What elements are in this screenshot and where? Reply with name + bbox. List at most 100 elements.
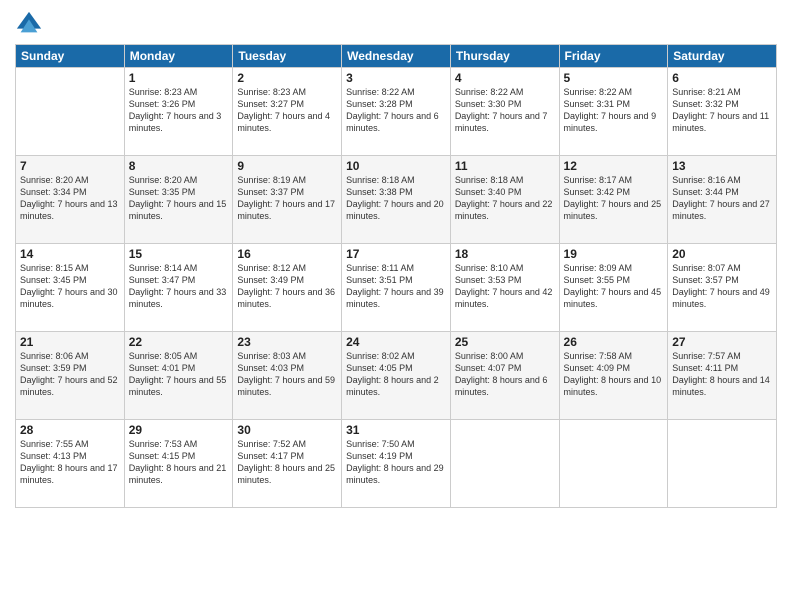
calendar-day-cell: 16Sunrise: 8:12 AMSunset: 3:49 PMDayligh… <box>233 244 342 332</box>
calendar-day-cell: 24Sunrise: 8:02 AMSunset: 4:05 PMDayligh… <box>342 332 451 420</box>
day-number: 5 <box>564 71 664 85</box>
calendar-week-row: 14Sunrise: 8:15 AMSunset: 3:45 PMDayligh… <box>16 244 777 332</box>
day-info: Sunrise: 8:16 AMSunset: 3:44 PMDaylight:… <box>672 174 772 223</box>
day-number: 12 <box>564 159 664 173</box>
day-number: 24 <box>346 335 446 349</box>
page: SundayMondayTuesdayWednesdayThursdayFrid… <box>0 0 792 612</box>
calendar-day-cell: 5Sunrise: 8:22 AMSunset: 3:31 PMDaylight… <box>559 68 668 156</box>
day-number: 16 <box>237 247 337 261</box>
day-number: 30 <box>237 423 337 437</box>
day-number: 18 <box>455 247 555 261</box>
day-number: 20 <box>672 247 772 261</box>
weekday-header: Monday <box>124 45 233 68</box>
calendar-day-cell: 15Sunrise: 8:14 AMSunset: 3:47 PMDayligh… <box>124 244 233 332</box>
day-info: Sunrise: 7:55 AMSunset: 4:13 PMDaylight:… <box>20 438 120 487</box>
day-info: Sunrise: 8:20 AMSunset: 3:34 PMDaylight:… <box>20 174 120 223</box>
calendar-day-cell: 4Sunrise: 8:22 AMSunset: 3:30 PMDaylight… <box>450 68 559 156</box>
calendar-day-cell: 14Sunrise: 8:15 AMSunset: 3:45 PMDayligh… <box>16 244 125 332</box>
day-number: 19 <box>564 247 664 261</box>
calendar-day-cell: 20Sunrise: 8:07 AMSunset: 3:57 PMDayligh… <box>668 244 777 332</box>
day-info: Sunrise: 8:12 AMSunset: 3:49 PMDaylight:… <box>237 262 337 311</box>
calendar-week-row: 1Sunrise: 8:23 AMSunset: 3:26 PMDaylight… <box>16 68 777 156</box>
day-info: Sunrise: 8:22 AMSunset: 3:31 PMDaylight:… <box>564 86 664 135</box>
day-number: 25 <box>455 335 555 349</box>
day-info: Sunrise: 8:21 AMSunset: 3:32 PMDaylight:… <box>672 86 772 135</box>
calendar-day-cell <box>450 420 559 508</box>
day-number: 22 <box>129 335 229 349</box>
day-info: Sunrise: 8:19 AMSunset: 3:37 PMDaylight:… <box>237 174 337 223</box>
day-number: 2 <box>237 71 337 85</box>
logo-icon <box>15 10 43 38</box>
day-info: Sunrise: 8:11 AMSunset: 3:51 PMDaylight:… <box>346 262 446 311</box>
calendar-day-cell: 29Sunrise: 7:53 AMSunset: 4:15 PMDayligh… <box>124 420 233 508</box>
day-info: Sunrise: 8:18 AMSunset: 3:40 PMDaylight:… <box>455 174 555 223</box>
day-info: Sunrise: 8:02 AMSunset: 4:05 PMDaylight:… <box>346 350 446 399</box>
day-number: 15 <box>129 247 229 261</box>
day-number: 28 <box>20 423 120 437</box>
calendar-day-cell: 31Sunrise: 7:50 AMSunset: 4:19 PMDayligh… <box>342 420 451 508</box>
day-number: 14 <box>20 247 120 261</box>
day-info: Sunrise: 8:00 AMSunset: 4:07 PMDaylight:… <box>455 350 555 399</box>
day-info: Sunrise: 7:53 AMSunset: 4:15 PMDaylight:… <box>129 438 229 487</box>
day-number: 11 <box>455 159 555 173</box>
calendar-day-cell: 30Sunrise: 7:52 AMSunset: 4:17 PMDayligh… <box>233 420 342 508</box>
weekday-header: Tuesday <box>233 45 342 68</box>
calendar-day-cell: 3Sunrise: 8:22 AMSunset: 3:28 PMDaylight… <box>342 68 451 156</box>
calendar-day-cell: 12Sunrise: 8:17 AMSunset: 3:42 PMDayligh… <box>559 156 668 244</box>
calendar-day-cell: 1Sunrise: 8:23 AMSunset: 3:26 PMDaylight… <box>124 68 233 156</box>
calendar-day-cell: 23Sunrise: 8:03 AMSunset: 4:03 PMDayligh… <box>233 332 342 420</box>
calendar-day-cell: 6Sunrise: 8:21 AMSunset: 3:32 PMDaylight… <box>668 68 777 156</box>
day-number: 26 <box>564 335 664 349</box>
calendar-day-cell: 27Sunrise: 7:57 AMSunset: 4:11 PMDayligh… <box>668 332 777 420</box>
logo <box>15 10 45 38</box>
day-number: 10 <box>346 159 446 173</box>
day-number: 23 <box>237 335 337 349</box>
day-info: Sunrise: 7:57 AMSunset: 4:11 PMDaylight:… <box>672 350 772 399</box>
calendar-day-cell <box>559 420 668 508</box>
calendar-day-cell: 26Sunrise: 7:58 AMSunset: 4:09 PMDayligh… <box>559 332 668 420</box>
calendar-day-cell: 22Sunrise: 8:05 AMSunset: 4:01 PMDayligh… <box>124 332 233 420</box>
day-info: Sunrise: 7:58 AMSunset: 4:09 PMDaylight:… <box>564 350 664 399</box>
weekday-header: Friday <box>559 45 668 68</box>
day-info: Sunrise: 7:52 AMSunset: 4:17 PMDaylight:… <box>237 438 337 487</box>
calendar-day-cell <box>668 420 777 508</box>
day-info: Sunrise: 8:23 AMSunset: 3:26 PMDaylight:… <box>129 86 229 135</box>
calendar-day-cell: 10Sunrise: 8:18 AMSunset: 3:38 PMDayligh… <box>342 156 451 244</box>
calendar-header-row: SundayMondayTuesdayWednesdayThursdayFrid… <box>16 45 777 68</box>
calendar-day-cell: 7Sunrise: 8:20 AMSunset: 3:34 PMDaylight… <box>16 156 125 244</box>
weekday-header: Saturday <box>668 45 777 68</box>
weekday-header: Sunday <box>16 45 125 68</box>
day-number: 1 <box>129 71 229 85</box>
day-number: 8 <box>129 159 229 173</box>
calendar-day-cell: 21Sunrise: 8:06 AMSunset: 3:59 PMDayligh… <box>16 332 125 420</box>
day-number: 17 <box>346 247 446 261</box>
day-info: Sunrise: 8:09 AMSunset: 3:55 PMDaylight:… <box>564 262 664 311</box>
day-info: Sunrise: 8:03 AMSunset: 4:03 PMDaylight:… <box>237 350 337 399</box>
day-info: Sunrise: 8:07 AMSunset: 3:57 PMDaylight:… <box>672 262 772 311</box>
day-info: Sunrise: 8:20 AMSunset: 3:35 PMDaylight:… <box>129 174 229 223</box>
day-number: 6 <box>672 71 772 85</box>
day-info: Sunrise: 8:10 AMSunset: 3:53 PMDaylight:… <box>455 262 555 311</box>
calendar-week-row: 7Sunrise: 8:20 AMSunset: 3:34 PMDaylight… <box>16 156 777 244</box>
calendar-day-cell: 18Sunrise: 8:10 AMSunset: 3:53 PMDayligh… <box>450 244 559 332</box>
calendar-day-cell: 13Sunrise: 8:16 AMSunset: 3:44 PMDayligh… <box>668 156 777 244</box>
calendar-day-cell: 17Sunrise: 8:11 AMSunset: 3:51 PMDayligh… <box>342 244 451 332</box>
calendar-table: SundayMondayTuesdayWednesdayThursdayFrid… <box>15 44 777 508</box>
calendar-day-cell: 25Sunrise: 8:00 AMSunset: 4:07 PMDayligh… <box>450 332 559 420</box>
calendar-week-row: 21Sunrise: 8:06 AMSunset: 3:59 PMDayligh… <box>16 332 777 420</box>
day-info: Sunrise: 7:50 AMSunset: 4:19 PMDaylight:… <box>346 438 446 487</box>
day-number: 4 <box>455 71 555 85</box>
day-number: 3 <box>346 71 446 85</box>
day-info: Sunrise: 8:06 AMSunset: 3:59 PMDaylight:… <box>20 350 120 399</box>
header <box>15 10 777 38</box>
calendar-week-row: 28Sunrise: 7:55 AMSunset: 4:13 PMDayligh… <box>16 420 777 508</box>
calendar-day-cell <box>16 68 125 156</box>
day-info: Sunrise: 8:23 AMSunset: 3:27 PMDaylight:… <box>237 86 337 135</box>
calendar-day-cell: 9Sunrise: 8:19 AMSunset: 3:37 PMDaylight… <box>233 156 342 244</box>
day-info: Sunrise: 8:05 AMSunset: 4:01 PMDaylight:… <box>129 350 229 399</box>
calendar-day-cell: 8Sunrise: 8:20 AMSunset: 3:35 PMDaylight… <box>124 156 233 244</box>
day-info: Sunrise: 8:15 AMSunset: 3:45 PMDaylight:… <box>20 262 120 311</box>
day-number: 31 <box>346 423 446 437</box>
weekday-header: Wednesday <box>342 45 451 68</box>
calendar-day-cell: 28Sunrise: 7:55 AMSunset: 4:13 PMDayligh… <box>16 420 125 508</box>
